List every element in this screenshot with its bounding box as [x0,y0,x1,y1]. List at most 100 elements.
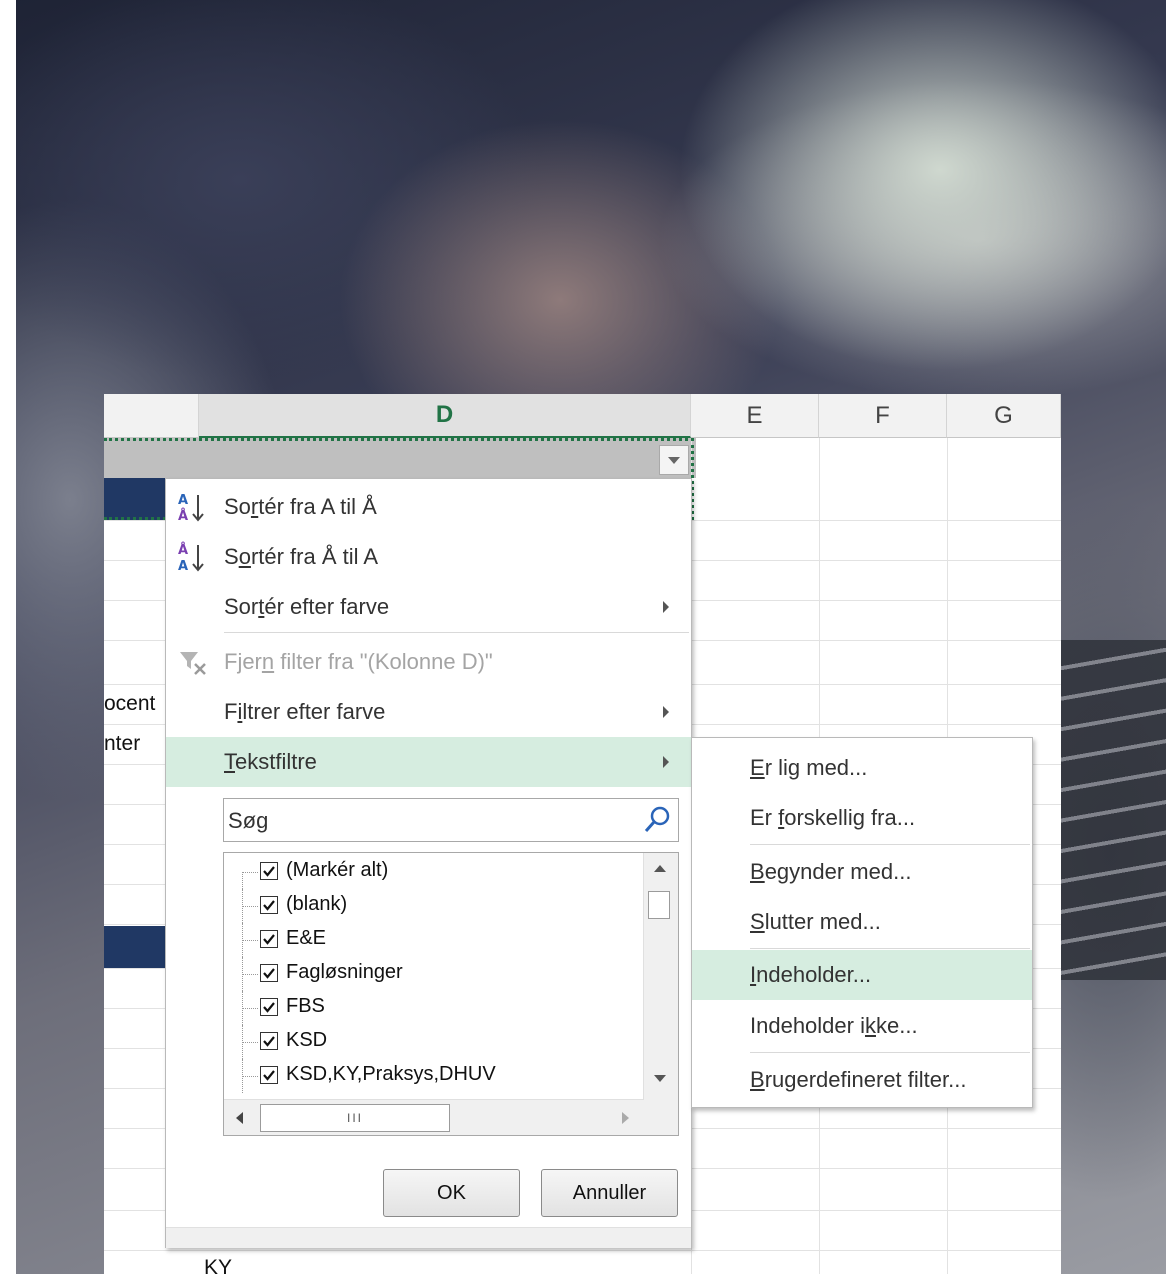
ends-with-item[interactable]: Slutter med... [692,898,1032,946]
list-item-label: (blank) [286,893,348,915]
menu-label: Sortér fra Å til A [224,544,379,569]
value-checklist: (Markér alt) (blank) E&E Fagløsninger FB… [223,852,679,1136]
checkmark-icon [263,968,275,979]
text-filters-item[interactable]: Tekstfiltre [166,737,691,787]
submenu-label: Indeholder... [750,962,872,987]
navy-cell [104,926,166,968]
search-input[interactable] [224,799,640,843]
scroll-down-icon[interactable] [654,1075,666,1082]
autofilter-menu: A Å Sortér fra A til Å Å A Sortér fra Å … [165,478,692,1248]
checkbox[interactable] [260,930,278,948]
column-header-f[interactable]: F [819,394,947,438]
list-item-label: FBS [286,995,325,1017]
text-filters-submenu: Er lig med... Er forskellig fra... Begyn… [691,737,1033,1108]
sort-by-color-item[interactable]: Sortér efter farve [166,583,691,631]
cell-text[interactable]: ocent [104,692,155,716]
keyboard-background [1060,640,1166,980]
menu-label: Sortér efter farve [224,594,390,619]
list-item[interactable]: KSD,KY,Praksys,DHUV [224,1059,644,1093]
submenu-label: Indeholder ikke... [750,1013,918,1038]
scroll-thumb-grip: III [346,1111,363,1125]
checkmark-icon [263,1070,275,1081]
checkbox[interactable] [260,964,278,982]
ok-button[interactable]: OK [383,1169,520,1217]
checkmark-icon [263,866,275,877]
sort-ascending-icon: A Å [178,493,204,524]
checkmark-icon [263,900,275,911]
horizontal-scrollbar[interactable]: III [224,1099,644,1135]
clear-filter-icon [180,652,206,675]
sort-descending-icon: Å A [178,542,204,574]
contains-item[interactable]: Indeholder... [692,950,1032,1000]
checkmark-icon [263,1002,275,1013]
column-header-e[interactable]: E [691,394,819,438]
submenu-label: Begynder med... [750,859,912,884]
column-letter: D [435,401,454,428]
equals-item[interactable]: Er lig med... [692,744,1032,792]
cell-text[interactable]: KY [204,1256,232,1274]
chevron-right-icon [663,601,669,613]
column-letter: F [875,401,890,429]
checkbox[interactable] [260,1066,278,1084]
scroll-right-icon[interactable] [622,1112,629,1124]
list-item-label: Fagløsninger [286,961,403,983]
submenu-label: Brugerdefineret filter... [750,1067,967,1092]
custom-filter-item[interactable]: Brugerdefineret filter... [692,1056,1032,1104]
search-icon[interactable] [642,805,672,835]
svg-text:Å: Å [178,508,188,524]
scroll-thumb[interactable] [648,891,670,919]
submenu-label: Er forskellig fra... [750,805,916,830]
column-letter: E [746,401,763,429]
list-item-label: (Markér alt) [286,859,389,881]
chevron-right-icon [663,756,669,768]
svg-text:A: A [178,559,188,574]
svg-text:Å: Å [178,542,188,558]
column-letter: G [994,401,1013,429]
autofilter-dropdown-button[interactable] [659,445,689,475]
column-header-g[interactable]: G [947,394,1061,438]
list-item[interactable]: KSD [224,1025,644,1059]
menu-label: Tekstfiltre [224,749,317,774]
does-not-equal-item[interactable]: Er forskellig fra... [692,794,1032,842]
left-margin [0,0,16,1274]
resize-grip[interactable] [166,1227,691,1248]
cell-text[interactable]: nter [104,732,140,756]
menu-label: Sortér fra A til Å [224,494,377,519]
does-not-contain-item[interactable]: Indeholder ikke... [692,1002,1032,1050]
list-item-label: KSD,KY,Praksys,DHUV [286,1063,496,1085]
list-item-label: E&E [286,927,327,949]
checkmark-icon [263,1036,275,1047]
list-item[interactable]: E&E [224,923,644,957]
begins-with-item[interactable]: Begynder med... [692,848,1032,896]
sort-a-to-z-item[interactable]: A Å Sortér fra A til Å [166,483,691,531]
column-header-c[interactable] [104,394,199,438]
vertical-scrollbar[interactable] [643,853,678,1099]
search-box[interactable] [223,798,679,843]
list-item-label: KSD [286,1029,328,1051]
menu-label: Fjern filter fra "(Kolonne D)" [224,649,493,674]
clear-filter-item: Fjern filter fra "(Kolonne D)" [166,638,691,686]
checkbox[interactable] [260,1032,278,1050]
chevron-down-icon [668,456,680,464]
checkbox[interactable] [260,862,278,880]
sort-z-to-a-item[interactable]: Å A Sortér fra Å til A [166,533,691,581]
submenu-label: Slutter med... [750,909,881,934]
list-item[interactable]: FBS [224,991,644,1025]
checkmark-icon [263,934,275,945]
cancel-button[interactable]: Annuller [541,1169,678,1217]
list-item[interactable]: (blank) [224,889,644,923]
svg-text:A: A [178,493,188,508]
list-item[interactable]: Fagløsninger [224,957,644,991]
column-header-d[interactable]: D [199,394,691,438]
scroll-thumb[interactable]: III [260,1104,450,1132]
list-item[interactable]: (Markér alt) [224,855,644,889]
scroll-left-icon[interactable] [236,1112,243,1124]
filter-by-color-item[interactable]: Filtrer efter farve [166,688,691,736]
scrollbar-corner [644,1099,678,1135]
checkbox[interactable] [260,896,278,914]
checkbox[interactable] [260,998,278,1016]
menu-label: Filtrer efter farve [224,699,386,724]
chevron-right-icon [663,706,669,718]
scroll-up-icon[interactable] [654,865,666,872]
submenu-label: Er lig med... [750,755,868,780]
